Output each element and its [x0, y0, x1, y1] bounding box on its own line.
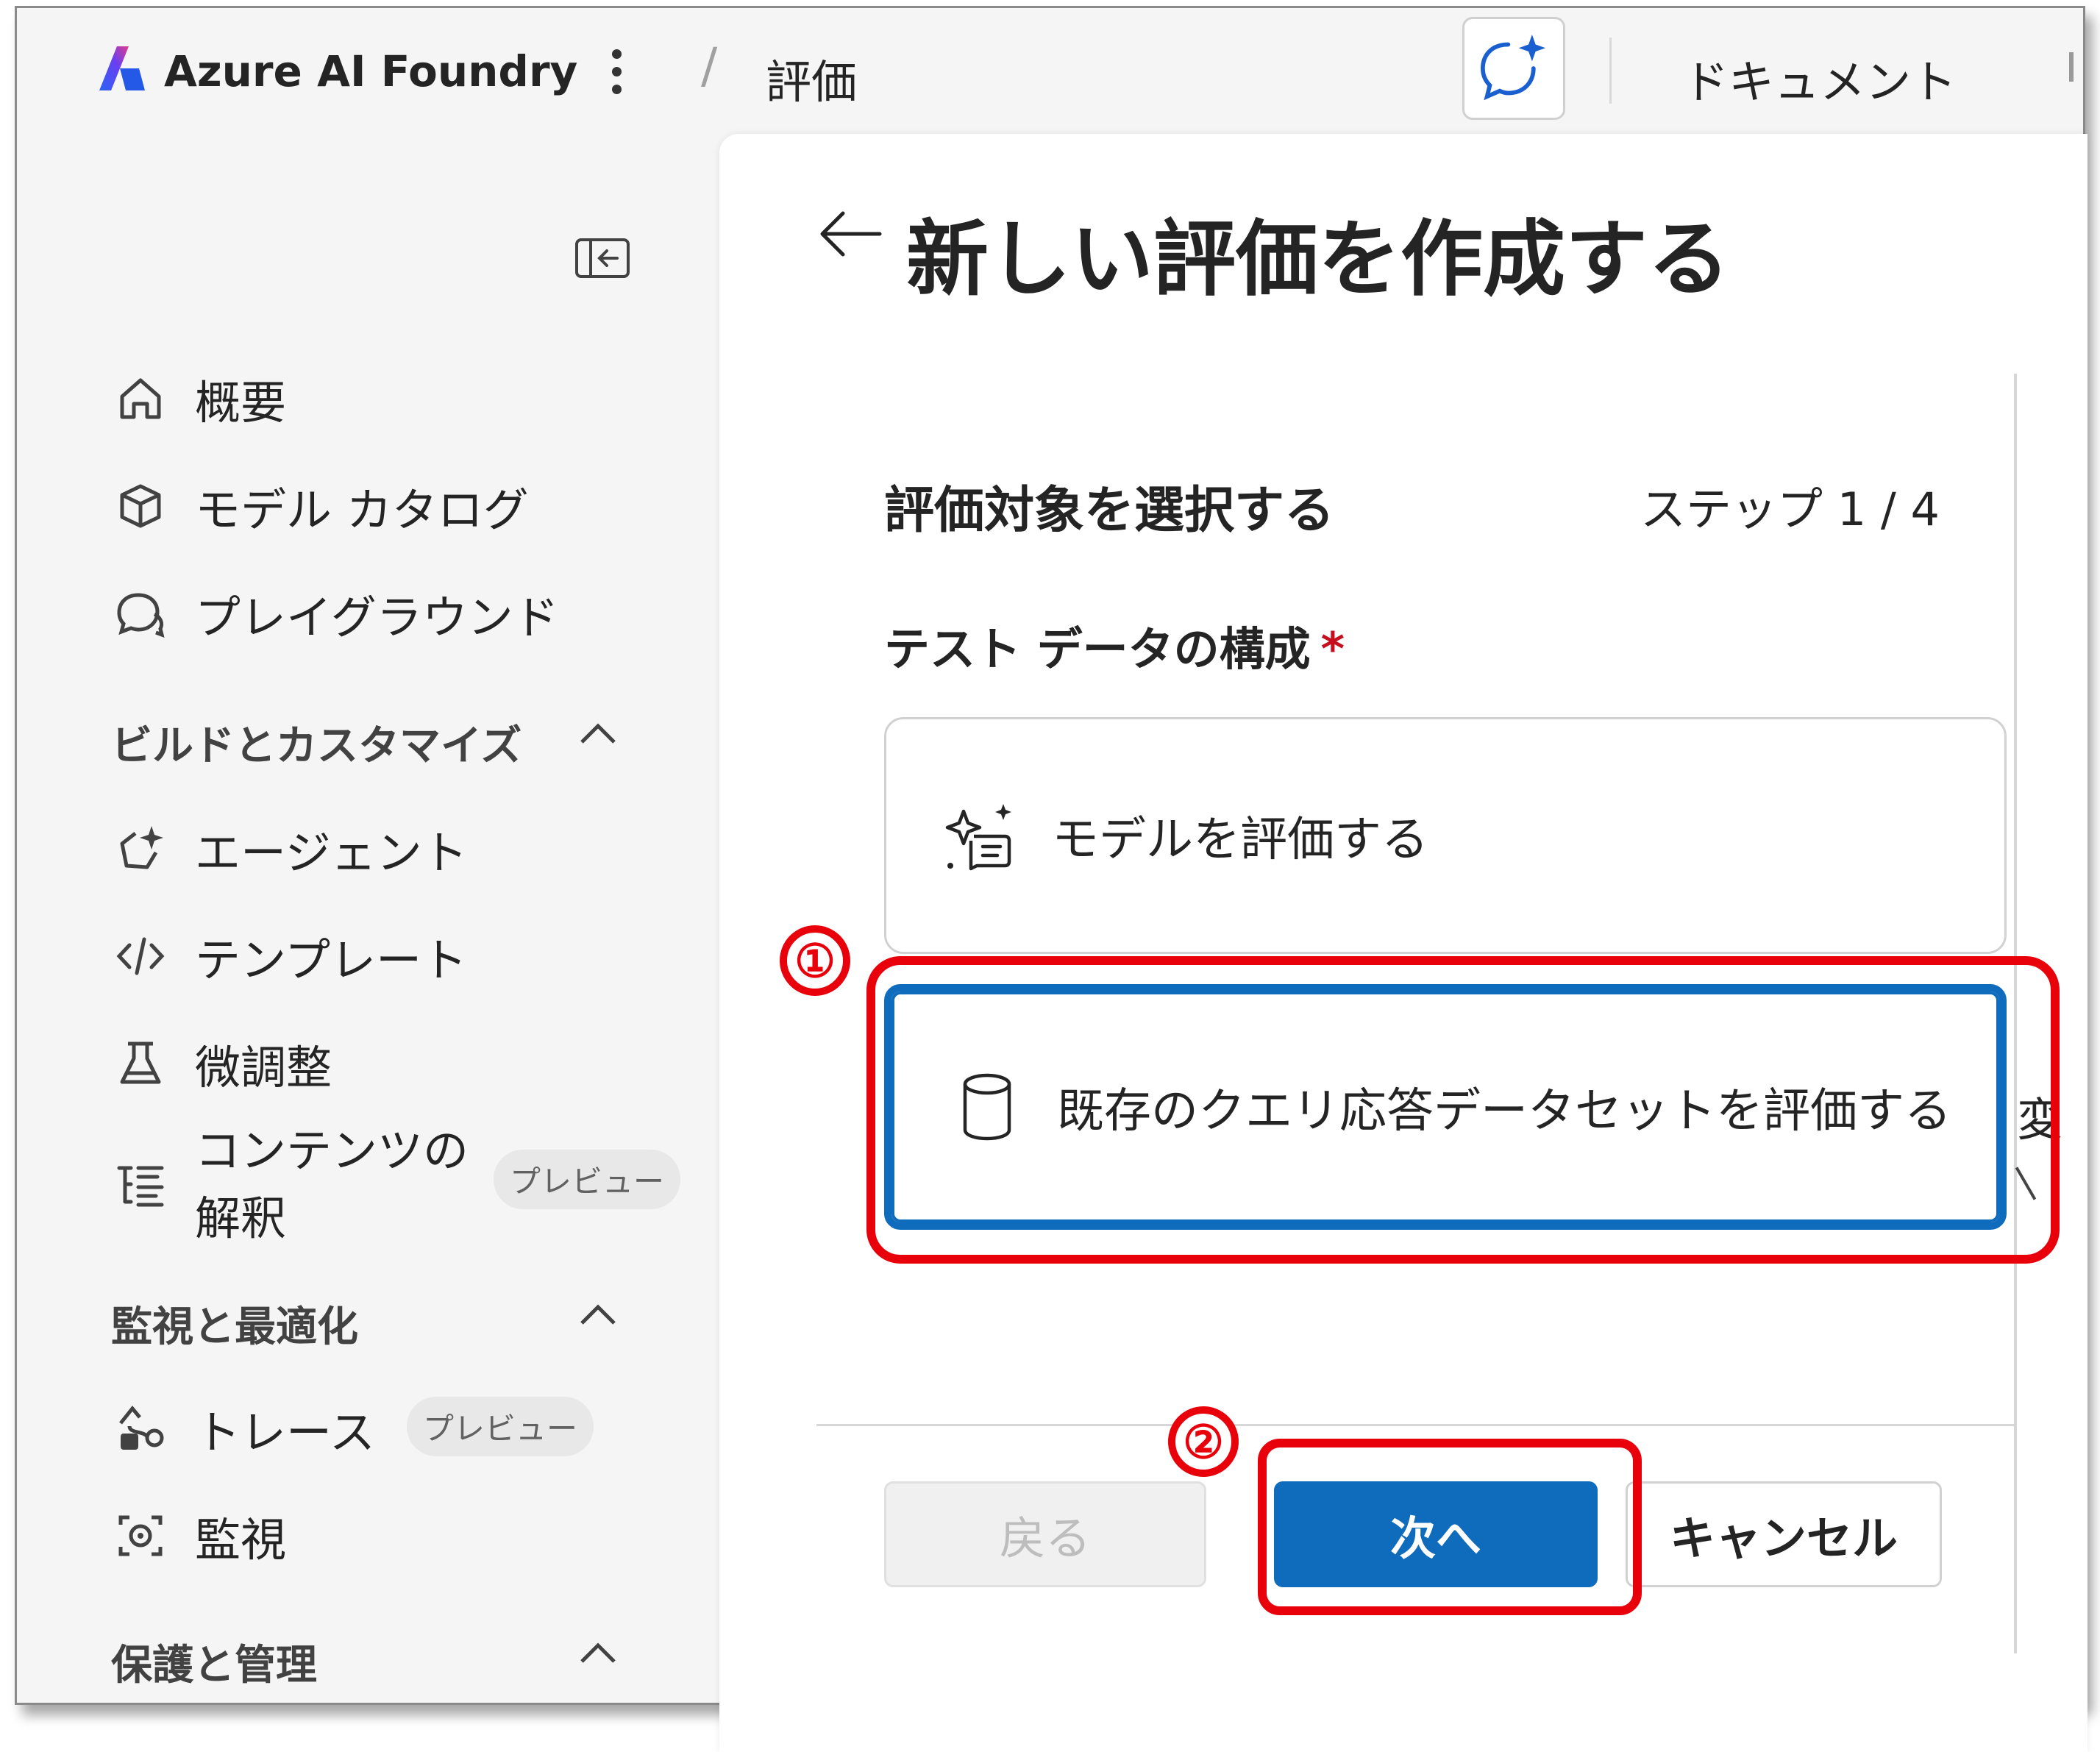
back-arrow-icon[interactable]: [816, 207, 884, 260]
sidebar-item-fine-tuning[interactable]: 微調整: [111, 1030, 332, 1097]
preview-badge: プレビュー: [494, 1150, 681, 1209]
copilot-chat-icon: [1481, 35, 1546, 101]
section-build-customize: ビルドとカスタマイズ: [111, 722, 522, 770]
option-label: モデルを評価する: [1052, 813, 1428, 867]
sidebar-item-label: 監視: [195, 1513, 287, 1567]
monitor-camera-icon: [111, 1506, 170, 1565]
sidebar-item-label-group: コンテンツの 解釈: [195, 1117, 469, 1253]
collapse-sidebar-icon[interactable]: [574, 238, 630, 279]
field-label-text: テスト データの構成: [884, 622, 1311, 676]
field-label: テスト データの構成 *: [884, 612, 1345, 678]
sidebar-item-label: モデル カタログ: [195, 483, 529, 537]
copilot-button[interactable]: [1462, 17, 1565, 120]
preview-badge: プレビュー: [407, 1397, 594, 1456]
step-marker-2: ②: [1168, 1406, 1239, 1477]
sidebar-item-label: テンプレート: [195, 933, 468, 987]
page-title: 新しい評価を作成する: [906, 212, 1730, 307]
sidebar-item-agents[interactable]: エージェント: [111, 816, 468, 882]
chevron-up-icon[interactable]: [576, 719, 620, 748]
agent-sparkle-icon: [111, 819, 170, 878]
sidebar-item-tracing[interactable]: トレース: [111, 1395, 375, 1461]
flask-icon: [111, 1034, 170, 1093]
breadcrumb-current[interactable]: 評価: [766, 45, 857, 111]
chat-icon: [111, 584, 170, 643]
step-title: 評価対象を選択する: [884, 482, 1335, 540]
required-mark: *: [1320, 622, 1345, 676]
breadcrumb-separator: /: [701, 38, 718, 94]
sidebar-item-templates[interactable]: テンプレート: [111, 923, 467, 989]
step-marker-1: ①: [780, 925, 850, 996]
step-counter: ステップ 1 / 4: [1640, 482, 1940, 536]
code-icon: [111, 927, 170, 986]
footer-divider: [816, 1424, 2014, 1426]
chevron-up-icon[interactable]: [576, 1300, 620, 1329]
sidebar-item-label: トレース: [195, 1406, 375, 1459]
sidebar-item-label: プレイグラウンド: [195, 591, 559, 644]
header-edge-glyph: [2069, 52, 2074, 82]
sidebar-item-monitoring[interactable]: 監視: [111, 1503, 286, 1569]
more-options-icon[interactable]: [605, 43, 627, 99]
section-protect-manage: 保護と管理: [111, 1642, 317, 1689]
sidebar-item-label: コンテンツの: [195, 1124, 469, 1178]
section-monitor-optimize: 監視と最適化: [111, 1303, 358, 1351]
sidebar-item-model-catalog[interactable]: モデル カタログ: [111, 473, 529, 539]
sidebar-item-content-interpretation[interactable]: コンテンツの 解釈: [111, 1117, 469, 1253]
option-evaluate-model[interactable]: モデルを評価する: [884, 717, 2007, 954]
chevron-up-icon[interactable]: [576, 1638, 620, 1667]
trace-icon: [111, 1399, 170, 1458]
sidebar-item-label: 解釈: [195, 1192, 287, 1245]
sidebar-item-label: 概要: [195, 376, 287, 430]
back-button[interactable]: 戻る: [884, 1481, 1206, 1587]
sidebar-item-playground[interactable]: プレイグラウンド: [111, 580, 559, 647]
sidebar-item-overview[interactable]: 概要: [111, 366, 286, 432]
sidebar-item-label: 微調整: [195, 1041, 332, 1094]
header-divider: [1609, 38, 1612, 104]
documentation-link[interactable]: ドキュメント: [1683, 45, 1957, 111]
sparkle-chat-icon: [945, 804, 1011, 871]
azure-ai-foundry-logo[interactable]: [95, 42, 148, 95]
app-title[interactable]: Azure AI Foundry: [164, 46, 577, 96]
list-tree-icon: [111, 1155, 170, 1214]
sidebar-item-label: エージェント: [195, 826, 468, 880]
highlight-box-next: [1258, 1439, 1642, 1615]
home-icon: [111, 369, 170, 428]
cancel-button[interactable]: キャンセル: [1626, 1481, 1942, 1587]
cube-icon: [111, 477, 170, 535]
highlight-box-option: [866, 956, 2060, 1264]
